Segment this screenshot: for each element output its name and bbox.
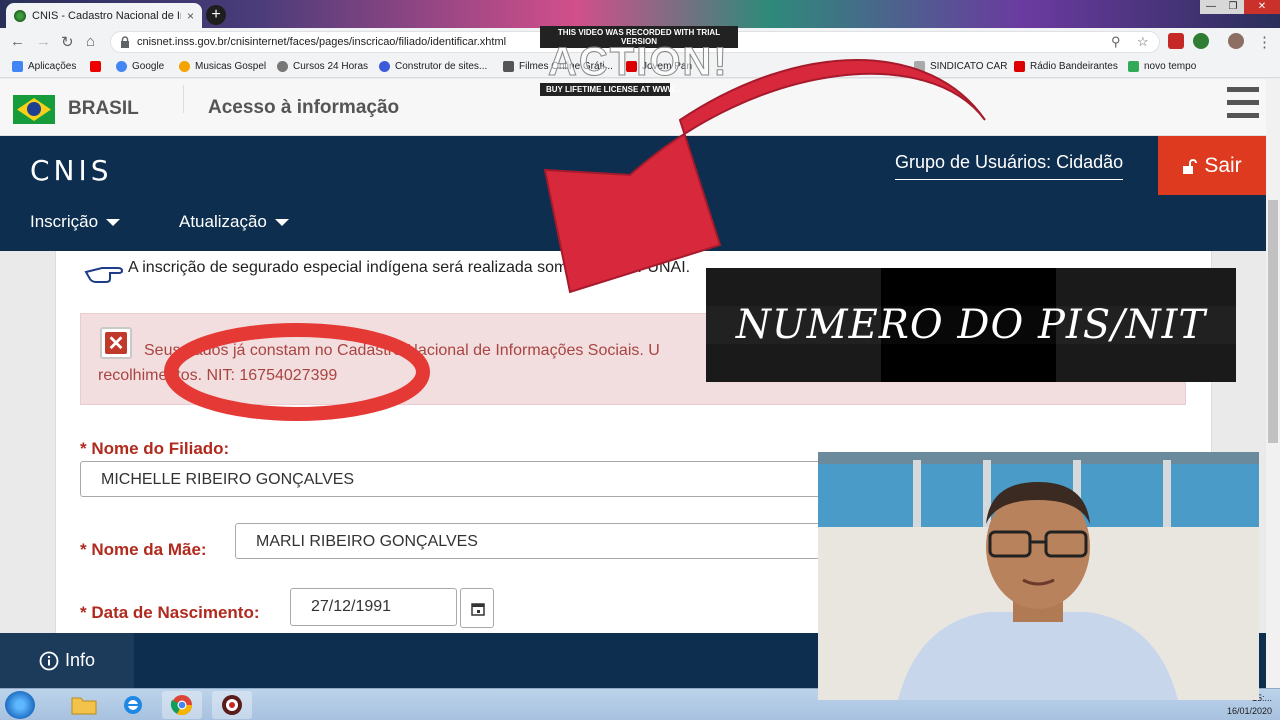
presenter-video-icon — [818, 452, 1259, 700]
pis-nit-banner: NUMERO DO PIS/NIT — [706, 268, 1236, 382]
red-arrow-icon — [543, 59, 986, 294]
red-ellipse-highlight — [164, 323, 430, 421]
pis-nit-banner-text: NUMERO DO PIS/NIT — [735, 302, 1207, 348]
webcam-overlay — [818, 452, 1259, 700]
